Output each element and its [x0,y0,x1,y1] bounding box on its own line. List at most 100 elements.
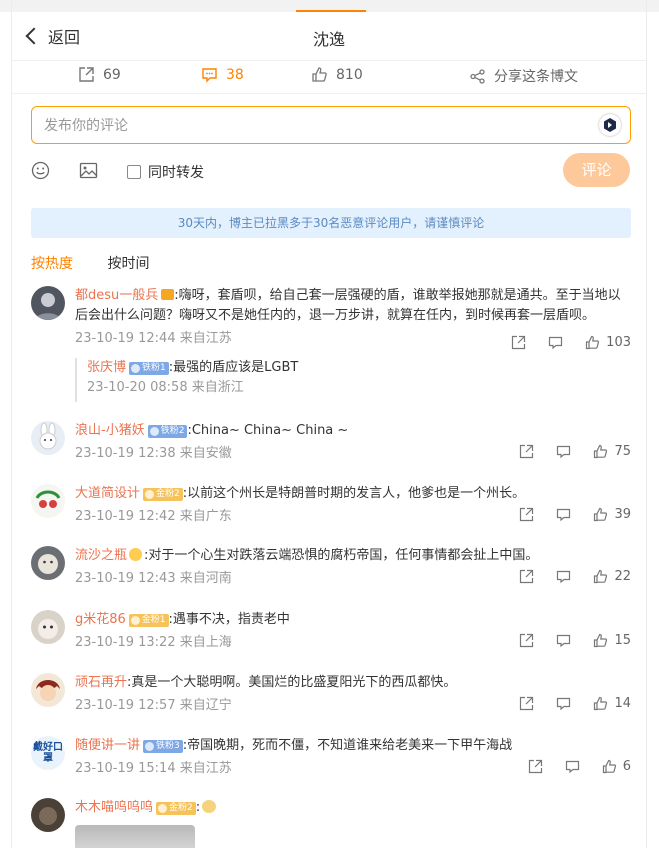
comment-like-button[interactable]: 22 [593,569,631,584]
comment-image[interactable] [75,825,195,848]
comment-item: 大道简设计 金粉2:以前这个州长是特朗普时期的发言人，他爹也是一个州长。 23-1… [31,484,631,534]
avatar-text: 戴好口罩 [31,736,65,770]
comment-ops: 6 [512,759,631,774]
fan-badge: 铁粉3 [143,740,183,753]
comment-repost-button[interactable] [519,569,540,584]
checkbox-icon [127,165,141,179]
sort-tabs: 按热度 按时间 [31,253,179,273]
image-button[interactable] [79,161,98,184]
avatar[interactable] [31,798,65,832]
fan-badge: 铁粉2 [147,425,188,438]
tab-hot[interactable]: 按热度 [31,256,73,272]
comment-repost-button[interactable] [528,759,549,774]
comment-like-button[interactable]: 15 [593,633,631,648]
reply-meta: 23-10-20 08:58 来自浙江 [87,380,244,395]
like-button[interactable]: 810 [311,66,363,83]
comment-item: g米花86 金粉1:遇事不决，指责老中 23-10-19 13:22 来自上海 1… [31,610,631,660]
comment-reply-button[interactable] [556,444,577,459]
comment-repost-button[interactable] [519,507,540,522]
avatar[interactable] [31,286,65,320]
comment-username[interactable]: g米花86 [75,612,126,627]
smirk-emoji-icon [129,548,143,561]
repost-icon [512,335,526,350]
comment-ops: 22 [503,569,631,584]
comment-input[interactable] [42,115,586,137]
thumbs-up-icon [594,633,608,648]
comment-like-button[interactable]: 6 [602,759,631,774]
post-actions: 69 38 810 分享这条博文 [12,61,646,94]
submit-comment-button[interactable]: 评论 [563,153,630,187]
comment-like-button[interactable]: 103 [585,335,631,350]
repost-icon [520,444,534,459]
comment-icon [557,445,571,459]
share-icon [470,68,485,84]
repost-button[interactable]: 69 [78,66,121,83]
comment-reply-button[interactable] [556,696,577,711]
repost-icon [79,67,94,82]
comment-reply: 张庆博 铁粉1:最强的盾应该是LGBT 23-10-20 08:58 来自浙江 [75,358,643,402]
comment-tab-button[interactable]: 38 [201,66,244,83]
comment-repost-button[interactable] [511,335,532,350]
repost-icon [520,633,534,648]
avatar[interactable] [31,421,65,455]
thumbs-up-icon [586,335,600,350]
comment-item: 流沙之瓶:对于一个心生对跌落云端恐惧的腐朽帝国，任何事情都会扯上中国。 23-1… [31,546,631,596]
thumbs-up-icon [594,569,608,584]
comment-username[interactable]: 随便讲一讲 [75,738,140,753]
comment-reply-button[interactable] [556,633,577,648]
thumbs-up-icon [312,67,327,82]
comment-icon [202,68,217,83]
ai-assistant-icon[interactable] [599,114,621,136]
emoji-icon [31,161,50,180]
comment-item: 浪山-小猪妖 铁粉2:China~ China~ China ~ 23-10-19… [31,421,631,471]
comment-username[interactable]: 浪山-小猪妖 [75,423,145,438]
comment-username[interactable]: 流沙之瓶 [75,548,127,563]
comment-like-count: 22 [614,569,631,584]
comment-icon [557,697,571,711]
comment-like-button[interactable]: 39 [593,507,631,522]
comment-reply-button[interactable] [565,759,586,774]
comment-ops: 14 [503,696,631,711]
repost-icon [528,759,542,774]
like-count: 810 [336,66,363,83]
reply-username[interactable]: 张庆博 [87,360,126,375]
avatar[interactable] [31,484,65,518]
top-strip [0,0,659,12]
right-border [646,0,647,848]
comment-repost-button[interactable] [519,696,540,711]
comment-composer [31,106,631,144]
comment-username[interactable]: 顽石再升 [75,675,127,690]
comment-body: 木木喵呜呜呜 金粉2: [75,798,631,818]
comment-reply-button[interactable] [556,507,577,522]
comment-item: 木木喵呜呜呜 金粉2: [31,798,631,848]
comment-ops: 15 [503,633,631,648]
avatar[interactable] [31,610,65,644]
fan-badge: 铁粉1 [129,362,169,375]
composer-toolbar: 同时转发 评论 [31,152,631,190]
left-border [11,0,12,848]
avatar[interactable]: 戴好口罩 [31,736,65,770]
comment-ops: 103 [495,335,631,350]
share-button[interactable]: 分享这条博文 [469,66,578,86]
comment-icon [557,570,571,584]
comment-username[interactable]: 大道简设计 [75,486,140,501]
comment-username[interactable]: 都desu一般兵 [75,288,158,303]
comment-repost-button[interactable] [519,444,540,459]
crown-icon [161,289,175,300]
avatar[interactable] [31,546,65,580]
repost-checkbox-label: 同时转发 [148,165,204,181]
emoji-button[interactable] [31,161,50,184]
comment-like-count: 39 [614,507,631,522]
comment-like-button[interactable]: 14 [593,696,631,711]
comment-repost-button[interactable] [519,633,540,648]
repost-checkbox[interactable]: 同时转发 [127,162,204,182]
comment-reply-button[interactable] [548,335,569,350]
fan-badge: 金粉1 [128,614,169,627]
comment-username[interactable]: 木木喵呜呜呜 [75,800,153,815]
comment-text: :以前这个州长是特朗普时期的发言人，他爹也是一个州长。 [182,486,526,501]
avatar[interactable] [31,673,65,707]
tab-time[interactable]: 按时间 [107,256,149,272]
thumbs-up-icon [602,759,616,774]
comment-like-button[interactable]: 75 [593,444,631,459]
comment-reply-button[interactable] [556,569,577,584]
